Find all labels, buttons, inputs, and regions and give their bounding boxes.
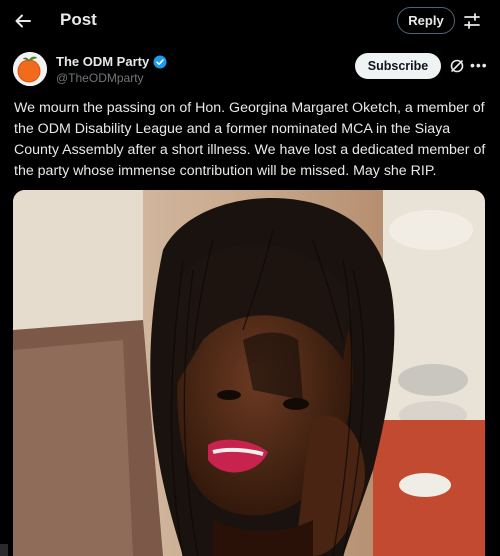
back-arrow-icon[interactable] xyxy=(10,8,36,34)
post-text: We mourn the passing on of Hon. Georgina… xyxy=(14,100,486,179)
post-image[interactable] xyxy=(13,190,485,556)
subscribe-button[interactable]: Subscribe xyxy=(355,53,441,79)
avatar[interactable] xyxy=(13,52,47,86)
verified-badge-icon xyxy=(153,55,167,69)
author-name[interactable]: The ODM Party xyxy=(56,54,167,69)
grok-icon[interactable] xyxy=(449,58,465,74)
tune-sliders-icon[interactable] xyxy=(462,11,482,31)
reply-button[interactable]: Reply xyxy=(397,7,455,34)
author-name-text: The ODM Party xyxy=(56,54,150,69)
edge-fragment xyxy=(0,544,8,556)
more-horizontal-icon[interactable]: ••• xyxy=(470,55,488,75)
author-handle[interactable]: @TheODMparty xyxy=(56,71,144,85)
page-title: Post xyxy=(60,10,97,29)
top-bar: Post Reply xyxy=(0,0,500,42)
